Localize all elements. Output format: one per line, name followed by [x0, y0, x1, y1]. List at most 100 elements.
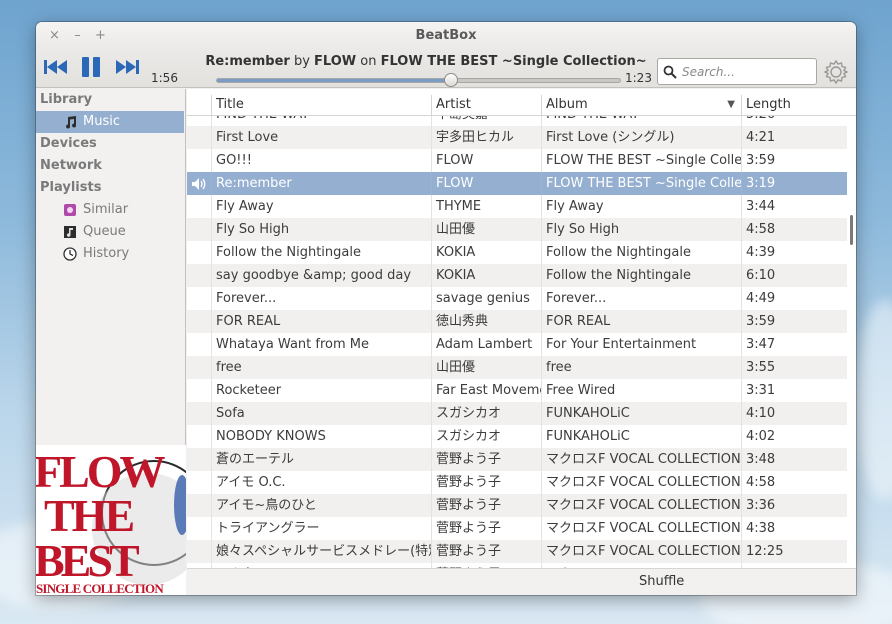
track-album: Fly Away	[541, 195, 741, 218]
track-artist: 菅野よう子	[431, 540, 541, 563]
track-length: 4:02	[741, 425, 847, 448]
track-title: Re:member	[211, 172, 431, 195]
column-headers: Title Artist Album ▼ Length	[187, 95, 856, 116]
row-status-cell	[187, 540, 211, 563]
column-header-album-label: Album	[546, 97, 588, 112]
settings-button[interactable]	[823, 59, 849, 85]
table-row[interactable]: トライアングラー 菅野よう子 マクロスF VOCAL COLLECTION 4:38	[187, 517, 847, 540]
statusbar: Shuffle	[187, 568, 856, 595]
sidebar-header-library[interactable]: Library	[36, 89, 185, 111]
track-artist: 徳山秀典	[431, 310, 541, 333]
remaining-time: 1:23	[625, 71, 652, 85]
table-row[interactable]: free 山田優 free 3:55	[187, 356, 847, 379]
table-row[interactable]: 蒼のエーテル 菅野よう子 マクロスF VOCAL COLLECTION 3:48	[187, 448, 847, 471]
scrollbar[interactable]	[850, 215, 853, 245]
column-header-album[interactable]: Album ▼	[541, 95, 741, 116]
column-header-icon[interactable]	[187, 95, 211, 116]
sidebar-item-label: Similar	[83, 202, 129, 217]
row-status-cell	[187, 218, 211, 241]
row-status-cell	[187, 425, 211, 448]
track-album: マクロスF VOCAL COLLECTION	[541, 448, 741, 471]
track-album: FLOW THE BEST ~Single Collection~	[541, 172, 741, 195]
track-album: マクロスF VOCAL COLLECTION	[541, 471, 741, 494]
track-title: NOBODY KNOWS	[211, 425, 431, 448]
sidebar-item-similar[interactable]: Similar	[36, 199, 185, 221]
track-album: マクロスF VOCAL COLLECTION	[541, 540, 741, 563]
sidebar-header-playlists[interactable]: Playlists	[36, 177, 185, 199]
track-length: 3:55	[741, 356, 847, 379]
row-status-cell	[187, 471, 211, 494]
track-artist: FLOW	[431, 149, 541, 172]
track-title: Rocketeer	[211, 379, 431, 402]
pause-button[interactable]	[77, 54, 105, 80]
track-title: Sofa	[211, 402, 431, 425]
now-playing-artist: FLOW	[314, 54, 357, 69]
track-length: 4:38	[741, 517, 847, 540]
speaker-icon	[192, 177, 206, 190]
track-title: Forever...	[211, 287, 431, 310]
table-row[interactable]: アイモ O.C. 菅野よう子 マクロスF VOCAL COLLECTION 4:58	[187, 471, 847, 494]
desktop-cloud	[855, 300, 892, 500]
window-title: BeatBox	[415, 28, 477, 43]
row-status-cell	[187, 356, 211, 379]
column-header-length[interactable]: Length	[741, 95, 856, 116]
sidebar-header-network[interactable]: Network	[36, 155, 185, 177]
table-row[interactable]: Fly Away THYME Fly Away 3:44	[187, 195, 847, 218]
track-artist: 宇多田ヒカル	[431, 126, 541, 149]
now-playing-on: on	[360, 54, 377, 69]
track-title: Whataya Want from Me	[211, 333, 431, 356]
table-row[interactable]: Forever... savage genius Forever... 4:49	[187, 287, 847, 310]
next-button[interactable]	[113, 54, 141, 80]
search-input[interactable]	[682, 64, 802, 79]
table-row[interactable]: Follow the Nightingale KOKIA Follow the Ni…	[187, 241, 847, 264]
sidebar: Library Music Devices Network Playlists …	[36, 89, 186, 595]
row-status-cell	[187, 517, 211, 540]
track-artist: スガシカオ	[431, 402, 541, 425]
sidebar-item-history[interactable]: History	[36, 243, 185, 265]
row-status-cell	[187, 264, 211, 287]
table-row[interactable]: FOR REAL 徳山秀典 FOR REAL 3:59	[187, 310, 847, 333]
column-header-title[interactable]: Title	[211, 95, 431, 116]
table-row[interactable]: say goodbye &amp; good day KOKIA Follow th…	[187, 264, 847, 287]
table-row[interactable]: First Love 宇多田ヒカル First Love (シングル) 4:21	[187, 126, 847, 149]
sidebar-header-devices[interactable]: Devices	[36, 133, 185, 155]
track-album: Free Wired	[541, 379, 741, 402]
table-row[interactable]: FIND THE WAY中島美嘉FIND THE WAY5:26	[187, 116, 847, 126]
clock-icon	[62, 247, 77, 262]
seek-handle[interactable]	[443, 73, 458, 87]
table-row[interactable]: GO!!!FLOWFLOW THE BEST ~Single Collectio…	[187, 149, 847, 172]
album-art[interactable]: FLOW THE BEST SINGLE COLLECTION	[36, 445, 186, 595]
table-row[interactable]: Whataya Want from Me Adam Lambert For Your…	[187, 333, 847, 356]
previous-button[interactable]	[42, 54, 70, 80]
now-playing-text: Re:member by FLOW on FLOW THE BEST ~Sing…	[186, 54, 666, 69]
row-status-cell	[187, 195, 211, 218]
table-row[interactable]: Sofa スガシカオ FUNKAHOLiC 4:10	[187, 402, 847, 425]
track-album: Forever...	[541, 287, 741, 310]
sidebar-item-queue[interactable]: Queue	[36, 221, 185, 243]
track-title: Follow the Nightingale	[211, 241, 431, 264]
table-row[interactable]: NOBODY KNOWS スガシカオ FUNKAHOLiC 4:02	[187, 425, 847, 448]
sidebar-item-music[interactable]: Music	[36, 111, 184, 133]
sidebar-item-label: Queue	[83, 224, 126, 239]
music-note-icon	[62, 115, 77, 130]
track-length: 4:58	[741, 218, 847, 241]
track-artist: savage genius	[431, 287, 541, 310]
table-row[interactable]: 娘々スペシャルサービスメドレー(特別編)菅野よう子マクロスF VOCAL COL…	[187, 540, 847, 563]
track-length: 4:58	[741, 471, 847, 494]
table-row[interactable]: RocketeerFar East MovementFree Wired3:31	[187, 379, 847, 402]
table-row[interactable]: アイモ~鳥のひと 菅野よう子 マクロスF VOCAL COLLECTION 3:36	[187, 494, 847, 517]
seek-bar[interactable]	[216, 73, 621, 87]
shuffle-button[interactable]: Shuffle	[639, 574, 684, 589]
track-title: FOR REAL	[211, 310, 431, 333]
row-status-cell	[187, 333, 211, 356]
track-artist: Adam Lambert	[431, 333, 541, 356]
track-artist: スガシカオ	[431, 425, 541, 448]
row-status-cell	[187, 379, 211, 402]
search-box[interactable]	[657, 58, 817, 85]
table-row[interactable]: Fly So High 山田優 Fly So High 4:58	[187, 218, 847, 241]
track-artist: 菅野よう子	[431, 448, 541, 471]
track-artist: 菅野よう子	[431, 471, 541, 494]
track-title: アイモ~鳥のひと	[211, 494, 431, 517]
column-header-artist[interactable]: Artist	[431, 95, 541, 116]
table-row[interactable]: Re:member FLOW FLOW THE BEST ~Single Colle…	[187, 172, 847, 195]
